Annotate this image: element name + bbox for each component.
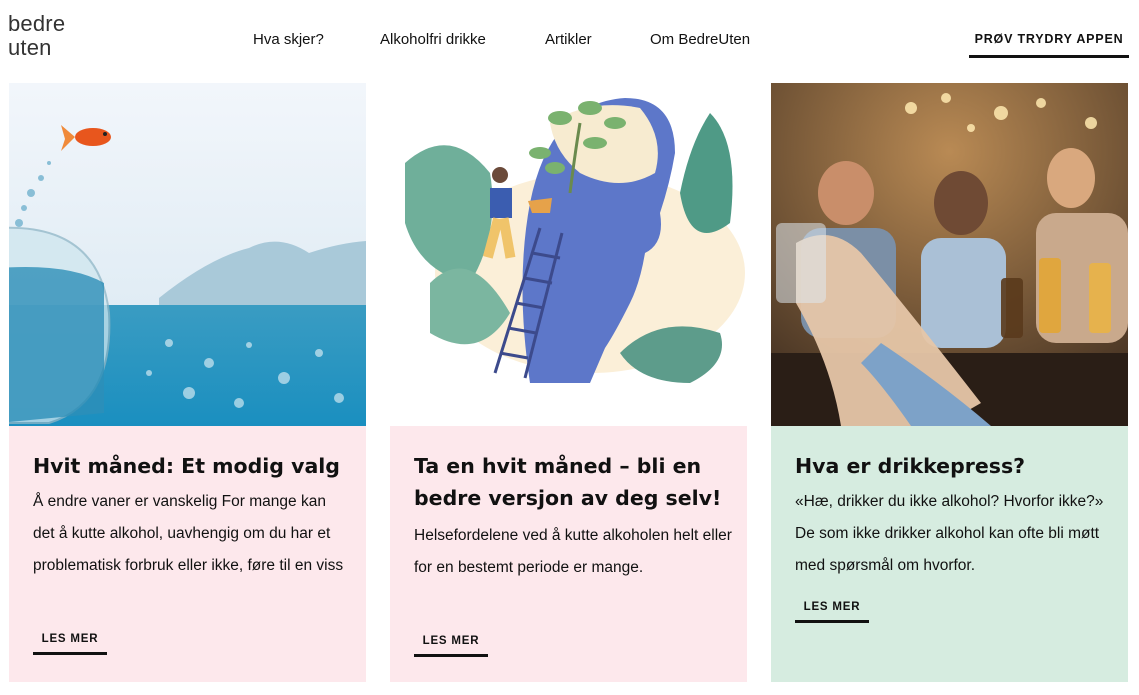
- card-excerpt: «Hæ, drikker du ikke alkohol? Hvorfor ik…: [795, 493, 1104, 574]
- card-title[interactable]: Ta en hvit måned – bli en bedre versjon …: [414, 450, 734, 514]
- try-app-button[interactable]: PRØV TRYDRY APPEN: [969, 24, 1129, 58]
- read-more-link[interactable]: LES MER: [414, 629, 488, 657]
- logo-line-2: uten: [8, 35, 52, 60]
- card-excerpt: Å endre vaner er vanskelig For mange kan…: [33, 493, 344, 574]
- read-more-link[interactable]: LES MER: [795, 595, 869, 623]
- nav-item-om-bedreuten[interactable]: Om BedreUten: [650, 31, 750, 48]
- card-body: Hva er drikkepress? «Hæ, drikker du ikke…: [771, 426, 1128, 682]
- card-body: Ta en hvit måned – bli en bedre versjon …: [390, 426, 747, 682]
- card-title[interactable]: Hvit måned: Et modig valg: [33, 450, 353, 482]
- nav-item-alkoholfri-drikke[interactable]: Alkoholfri drikke: [380, 31, 486, 48]
- article-card-hvit-maned-bedre-versjon[interactable]: Ta en hvit måned – bli en bedre versjon …: [390, 83, 747, 682]
- site-header: bedre uten Hva skjer? Alkoholfri drikke …: [0, 0, 1139, 82]
- card-body: Hvit måned: Et modig valg Å endre vaner …: [9, 426, 366, 682]
- growth-mind-illustration[interactable]: [390, 83, 747, 426]
- goldfish-jump-image[interactable]: [9, 83, 366, 426]
- logo-line-1: bedre: [8, 11, 66, 36]
- article-card-hvit-maned-modig[interactable]: Hvit måned: Et modig valg Å endre vaner …: [9, 83, 366, 682]
- bedreuten-logo[interactable]: bedre uten: [8, 12, 78, 70]
- nav-item-hva-skjer[interactable]: Hva skjer?: [253, 31, 324, 48]
- card-title[interactable]: Hva er drikkepress?: [795, 450, 1115, 482]
- nav-item-artikler[interactable]: Artikler: [545, 31, 592, 48]
- card-excerpt: Helsefordelene ved å kutte alkoholen hel…: [414, 527, 732, 576]
- article-card-drikkepress[interactable]: Hva er drikkepress? «Hæ, drikker du ikke…: [771, 83, 1128, 682]
- read-more-link[interactable]: LES MER: [33, 627, 107, 655]
- bar-friends-photo[interactable]: [771, 83, 1128, 426]
